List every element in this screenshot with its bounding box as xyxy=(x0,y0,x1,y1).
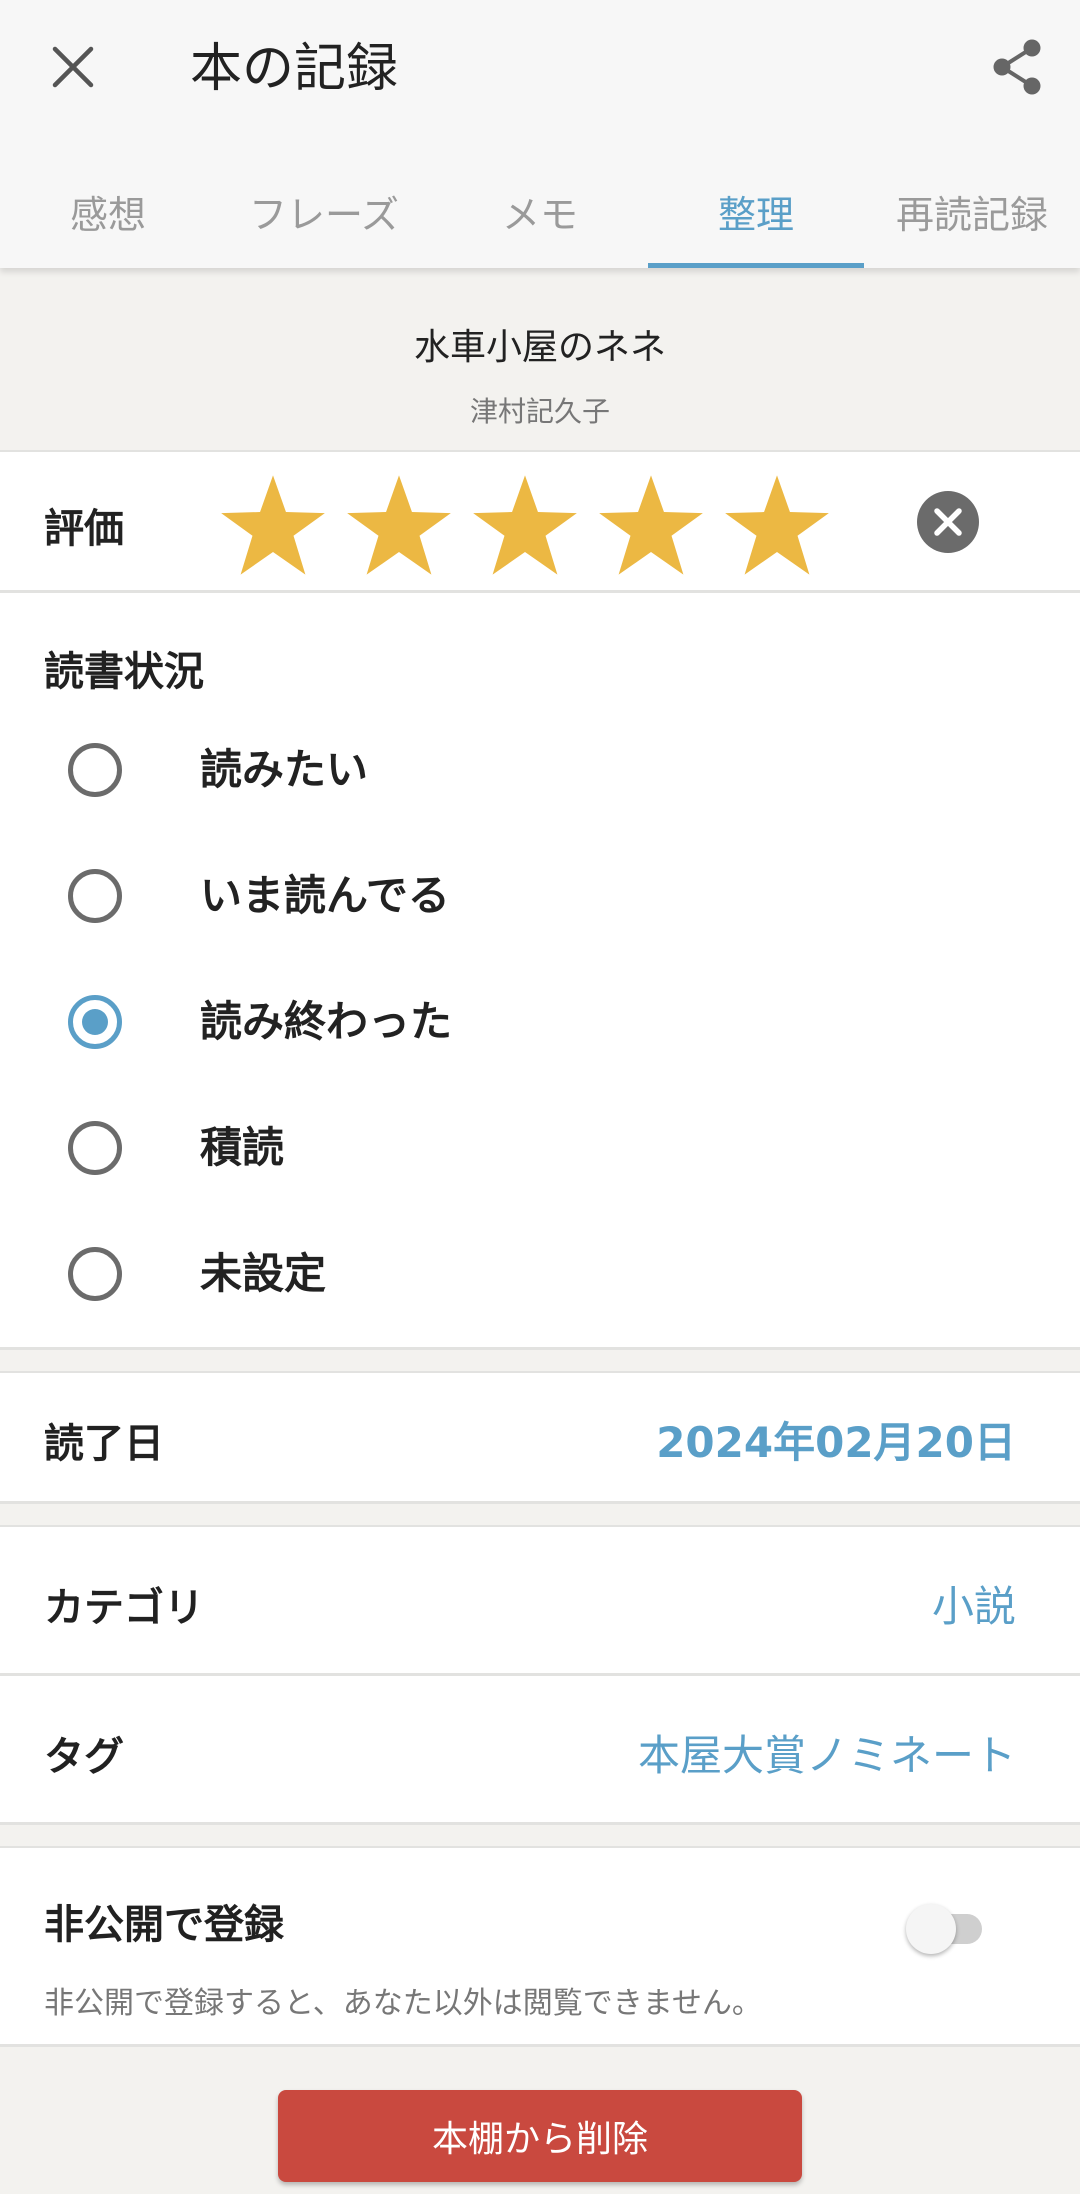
private-note: 非公開で登録すると、あなた以外は閲覧できません。 xyxy=(44,1986,762,2021)
clear-circle-icon[interactable] xyxy=(916,490,980,554)
divider xyxy=(0,1347,1080,1350)
book-info: 水車小屋のネネ 津村記久子 xyxy=(0,268,1080,450)
tab-organize[interactable]: 整理 xyxy=(648,160,864,268)
category-label: カテゴリ xyxy=(44,1585,204,1631)
status-option-tsundoku[interactable]: 積読 xyxy=(0,1091,1080,1217)
status-option-label: いま読んでる xyxy=(200,871,450,920)
share-icon[interactable] xyxy=(990,38,1044,96)
status-option-unset[interactable]: 未設定 xyxy=(0,1217,1080,1343)
star-1[interactable] xyxy=(210,472,336,578)
star-4[interactable] xyxy=(588,472,714,578)
star-3[interactable] xyxy=(462,472,588,578)
remove-from-shelf-button[interactable]: 本棚から削除 xyxy=(278,2090,802,2182)
tab-memo[interactable]: メモ xyxy=(432,160,648,268)
finish-date-label: 読了日 xyxy=(44,1421,164,1467)
private-label: 非公開で登録 xyxy=(44,1902,284,1948)
star-2[interactable] xyxy=(336,472,462,578)
radio-button[interactable] xyxy=(68,1247,122,1301)
reading-status-section: 読書状況 読みたい いま読んでる 読み終わった 積読 未設定 xyxy=(0,593,1080,1347)
page-title: 本の記録 xyxy=(190,39,399,99)
category-value[interactable]: 小説 xyxy=(932,1573,1016,1634)
radio-button[interactable] xyxy=(68,869,122,923)
status-option-want-to-read[interactable]: 読みたい xyxy=(0,713,1080,839)
rating-row: 評価 xyxy=(0,452,1080,590)
radio-button-selected[interactable] xyxy=(68,995,122,1049)
status-option-label: 積読 xyxy=(200,1123,285,1172)
star-icon xyxy=(473,475,577,575)
tab-reread-log[interactable]: 再読記録 xyxy=(864,160,1080,268)
star-icon xyxy=(599,475,703,575)
close-icon[interactable] xyxy=(51,45,95,89)
tab-phrases[interactable]: フレーズ xyxy=(216,160,432,268)
tab-bar: 感想 フレーズ メモ 整理 再読記録 xyxy=(0,160,1080,268)
private-toggle[interactable] xyxy=(906,1896,986,1956)
tag-label: タグ xyxy=(44,1734,124,1780)
share-button[interactable] xyxy=(984,34,1050,100)
star-icon xyxy=(347,475,451,575)
radio-button[interactable] xyxy=(68,743,122,797)
rating-label: 評価 xyxy=(44,506,124,552)
status-option-label: 読みたい xyxy=(200,745,369,794)
reading-status-heading: 読書状況 xyxy=(44,649,204,695)
status-option-label: 読み終わった xyxy=(200,997,453,1046)
clear-rating-button[interactable] xyxy=(916,490,980,554)
close-button[interactable] xyxy=(40,34,106,100)
book-title: 水車小屋のネネ xyxy=(413,327,666,368)
star-icon xyxy=(221,475,325,575)
finish-date-row[interactable]: 読了日 2024年02月20日 xyxy=(0,1373,1080,1501)
divider xyxy=(0,1501,1080,1504)
tab-impressions[interactable]: 感想 xyxy=(0,160,216,268)
app-header: 本の記録 感想 フレーズ メモ 整理 再読記録 xyxy=(0,0,1080,268)
finish-date-value[interactable]: 2024年02月20日 xyxy=(656,1409,1016,1470)
divider xyxy=(0,1822,1080,1825)
tag-row[interactable]: タグ 本屋大賞ノミネート xyxy=(0,1676,1080,1822)
status-option-finished[interactable]: 読み終わった xyxy=(0,965,1080,1091)
tag-value[interactable]: 本屋大賞ノミネート xyxy=(638,1722,1016,1783)
radio-button[interactable] xyxy=(68,1121,122,1175)
private-setting-row: 非公開で登録 非公開で登録すると、あなた以外は閲覧できません。 xyxy=(0,1848,1080,2044)
status-option-label: 未設定 xyxy=(200,1249,327,1298)
category-row[interactable]: カテゴリ 小説 xyxy=(0,1527,1080,1673)
star-icon xyxy=(725,475,829,575)
status-option-reading[interactable]: いま読んでる xyxy=(0,839,1080,965)
toggle-thumb[interactable] xyxy=(906,1904,956,1954)
star-5[interactable] xyxy=(714,472,840,578)
star-rating[interactable] xyxy=(210,472,840,578)
book-author: 津村記久子 xyxy=(469,395,610,428)
divider xyxy=(0,2044,1080,2047)
